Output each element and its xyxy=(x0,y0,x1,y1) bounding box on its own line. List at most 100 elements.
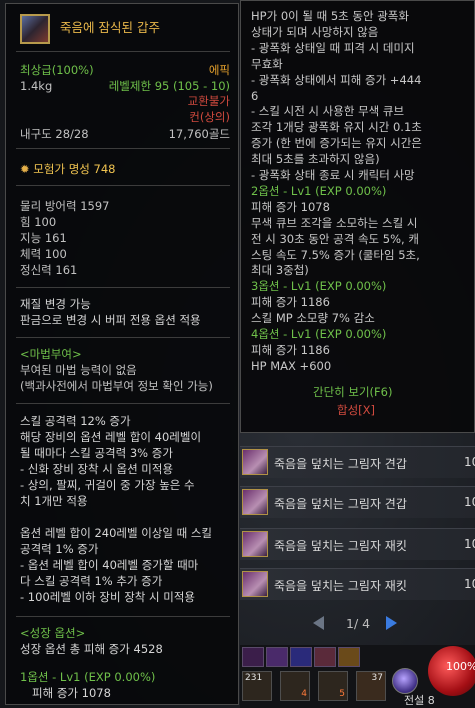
list-item-count: 10 xyxy=(464,455,475,469)
synthesis-button[interactable]: 합성[X] xyxy=(337,403,375,418)
item-slot[interactable]: 231 xyxy=(242,671,272,701)
divider xyxy=(16,148,230,149)
stat-line: 정신력 161 xyxy=(20,263,78,277)
skill-slot[interactable] xyxy=(290,647,312,667)
divider xyxy=(16,337,230,338)
option-line: - 상의, 팔찌, 귀걸이 중 가장 높은 수 xyxy=(20,478,195,492)
fame-row: ✹ 모험가 명성 748 xyxy=(20,162,115,176)
list-item-count: 10 xyxy=(464,537,475,551)
prev-page-arrow-icon[interactable] xyxy=(313,616,324,630)
slot-count: 4 xyxy=(301,689,307,699)
detail-line: 스킬 MP 소모량 7% 감소 xyxy=(251,311,375,326)
item-weight: 1.4kg xyxy=(20,79,53,93)
armor-icon xyxy=(242,449,268,475)
option-line: 다 스킬 공격력 1% 추가 증가 xyxy=(20,574,163,588)
trade-status: 교환불가 xyxy=(187,94,230,108)
divider xyxy=(16,403,230,404)
hp-percent: 100% xyxy=(446,660,475,673)
detail-line: HP가 0이 될 때 5초 동안 광폭화 xyxy=(251,9,409,23)
list-item-name: 죽음을 덮치는 그림자 재킷 xyxy=(274,539,407,553)
material-note: 판금으로 변경 시 버퍼 전용 옵션 적용 xyxy=(20,313,201,327)
detail-line: 무효화 xyxy=(251,56,283,71)
detail-line: 2옵션 - Lv1 (EXP 0.00%) xyxy=(251,183,387,198)
growth-option-1: 1옵션 - Lv1 (EXP 0.00%) xyxy=(20,670,156,684)
list-item-count: 10 xyxy=(464,495,475,509)
list-item-name: 죽음을 덮치는 그림자 재킷 xyxy=(274,579,407,593)
growth-title: <성장 옵션> xyxy=(20,626,86,640)
detail-line: 최대 5초를 초과하지 않음) xyxy=(251,152,380,167)
armor-icon xyxy=(242,531,268,557)
material-change: 재질 변경 가능 xyxy=(20,297,91,311)
item-slot[interactable]: 5 xyxy=(318,671,348,701)
bag-orb-icon[interactable] xyxy=(392,668,418,694)
fame-value: 모험가 명성 748 xyxy=(33,162,116,176)
detail-line: 최대 3중첩) xyxy=(251,263,309,278)
skill-slot[interactable] xyxy=(266,647,288,667)
divider xyxy=(16,51,230,52)
page-indicator: 1/ 4 xyxy=(346,616,371,631)
item-name: 죽음에 잠식된 갑주 xyxy=(60,20,160,35)
detail-line: 상태가 되며 사망하지 않음 xyxy=(251,24,379,39)
detail-line: 4옵션 - Lv1 (EXP 0.00%) xyxy=(251,327,387,341)
fame-icon: ✹ xyxy=(20,162,30,176)
option-line: - 신화 장비 장착 시 옵션 미적용 xyxy=(20,462,174,476)
detail-line: - 광폭화 상태 종료 시 캐릭터 사망 xyxy=(251,168,415,182)
option-line: 될 때마다 스킬 공격력 3% 증가 xyxy=(20,446,173,460)
divider xyxy=(16,185,230,186)
skill-slot[interactable] xyxy=(314,647,336,667)
brief-view-button[interactable]: 간단히 보기(F6) xyxy=(313,385,392,400)
item-durability: 내구도 28/28 xyxy=(20,127,89,141)
detail-line: 무색 큐브 조각을 소모하는 스킬 시 xyxy=(251,215,418,230)
detail-line: 3옵션 - Lv1 (EXP 0.00%) xyxy=(251,279,387,294)
magic-seal-title: <마법부여> xyxy=(20,347,82,361)
option-line: 스킬 공격력 12% 증가 xyxy=(20,414,131,428)
list-item[interactable]: 죽음을 덮치는 그림자 재킷 10 xyxy=(240,568,475,600)
magic-seal-line: 부여된 마법 능력이 없음 xyxy=(20,363,137,377)
list-item-name: 죽음을 덮치는 그림자 견갑 xyxy=(274,497,407,511)
list-item[interactable]: 죽음을 덮치는 그림자 견갑 10 xyxy=(240,486,475,518)
option-line: 해당 장비의 옵션 레벨 합이 40레벨이 xyxy=(20,430,202,444)
item-detail-tooltip: HP가 0이 될 때 5초 동안 광폭화 상태가 되며 사망하지 않음 - 광폭화 … xyxy=(240,0,475,433)
growth-total: 성장 옵션 총 피해 증가 4528 xyxy=(20,642,163,656)
magic-seal-line: (백과사전에서 마법부여 정보 확인 가능) xyxy=(20,379,213,393)
list-item[interactable]: 죽음을 덮치는 그림자 견갑 10 xyxy=(240,446,475,478)
growth-option-1-damage: 피해 증가 1078 xyxy=(32,686,111,700)
option-line: 공격력 1% 증가 xyxy=(20,542,99,556)
detail-line: 증가 (한 번에 증가되는 유지 시간은 xyxy=(251,136,422,151)
detail-line: 전 시 30초 동안 공격 속도 5%, 캐 xyxy=(251,231,419,246)
list-item-count: 10 xyxy=(464,577,475,591)
stat-line: 물리 방어력 1597 xyxy=(20,199,110,213)
item-level-limit: 레벨제한 95 (105 - 10) xyxy=(108,79,230,93)
next-page-arrow-icon[interactable] xyxy=(386,616,397,630)
divider xyxy=(16,287,230,288)
item-slot[interactable]: 4 xyxy=(280,671,310,701)
slot-count: 37 xyxy=(371,673,383,683)
item-tooltip: 죽음에 잠식된 갑주 최상급(100%) 에픽 1.4kg 레벨제한 95 (1… xyxy=(5,3,239,705)
item-slot[interactable]: 37 xyxy=(356,671,386,701)
item-slot-type: 컨(상의) xyxy=(189,110,230,124)
slot-count: 231 xyxy=(245,673,263,683)
detail-line: HP MAX +600 xyxy=(251,358,332,373)
detail-line: 6 xyxy=(251,88,259,103)
option-line: - 옵션 레벨 합이 40레벨 증가할 때마 xyxy=(20,558,199,572)
stat-line: 지능 161 xyxy=(20,231,67,245)
armor-icon xyxy=(20,14,50,44)
stat-line: 체력 100 xyxy=(20,247,67,261)
detail-line: - 스킬 시전 시 사용한 무색 큐브 xyxy=(251,104,405,119)
detail-line: - 광폭화 상태일 때 피격 시 데미지 xyxy=(251,40,415,55)
item-price: 17,760골드 xyxy=(168,127,230,141)
option-line: 치 1개만 적용 xyxy=(20,494,88,508)
skill-slot[interactable] xyxy=(338,647,360,667)
detail-line: 조각 1개당 광폭화 유지 시간 0.1초 xyxy=(251,120,422,135)
bag-label: 전설 8 xyxy=(404,694,435,707)
detail-line: 피해 증가 1186 xyxy=(251,342,330,357)
armor-icon xyxy=(242,489,268,515)
armor-icon xyxy=(242,571,268,597)
detail-line: - 광폭화 상태에서 피해 증가 +444 xyxy=(251,72,422,87)
list-item-name: 죽음을 덮치는 그림자 견갑 xyxy=(274,457,407,471)
list-item[interactable]: 죽음을 덮치는 그림자 재킷 10 xyxy=(240,528,475,560)
divider xyxy=(16,616,230,617)
skill-slot[interactable] xyxy=(242,647,264,667)
detail-line: 피해 증가 1078 xyxy=(251,199,330,214)
item-grade: 최상급(100%) xyxy=(20,63,94,77)
